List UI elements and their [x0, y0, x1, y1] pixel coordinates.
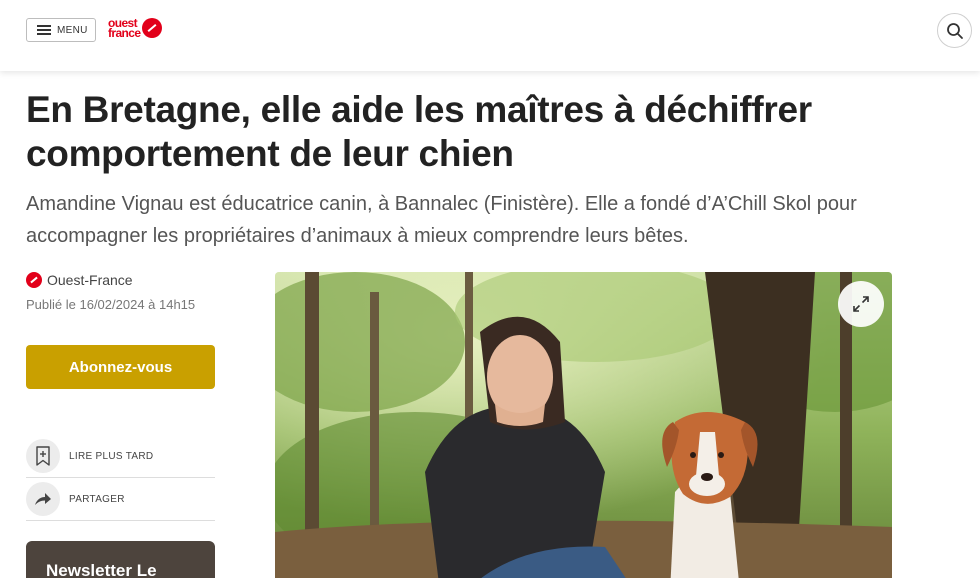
source-name: Ouest-France [47, 272, 133, 288]
logo-wordmark: ouest france [108, 16, 141, 40]
expand-photo-button[interactable] [838, 281, 884, 327]
ouest-france-logo[interactable]: ouest france [108, 16, 163, 40]
article-lede: Amandine Vignau est éducatrice canin, à … [26, 193, 857, 247]
hamburger-icon [37, 25, 51, 35]
bookmark-add-icon [26, 439, 60, 473]
menu-label: MENU [57, 24, 88, 36]
menu-button[interactable]: MENU [26, 18, 96, 42]
article-title: En Bretagne, elle aide les maîtres à déc… [26, 89, 812, 174]
article-source[interactable]: Ouest-France [26, 272, 133, 288]
publication-date: Publié le 16/02/2024 à 14h15 [26, 297, 196, 312]
read-later-label: LIRE PLUS TARD [69, 450, 154, 462]
article-photo[interactable] [275, 272, 892, 578]
read-later-button[interactable]: LIRE PLUS TARD [26, 435, 215, 478]
share-button[interactable]: PARTAGER [26, 478, 215, 521]
ouest-france-icon [26, 272, 42, 288]
newsletter-box[interactable]: Newsletter Le [26, 541, 215, 578]
search-button[interactable] [937, 13, 972, 48]
search-icon [946, 22, 963, 39]
share-arrow-icon [26, 482, 60, 516]
photo-illustration [275, 272, 892, 578]
subscribe-button[interactable]: Abonnez-vous [26, 345, 215, 389]
site-header: MENU ouest france [0, 0, 980, 71]
share-label: PARTAGER [69, 493, 125, 505]
logo-disc-icon [142, 18, 163, 38]
expand-icon [853, 296, 869, 312]
